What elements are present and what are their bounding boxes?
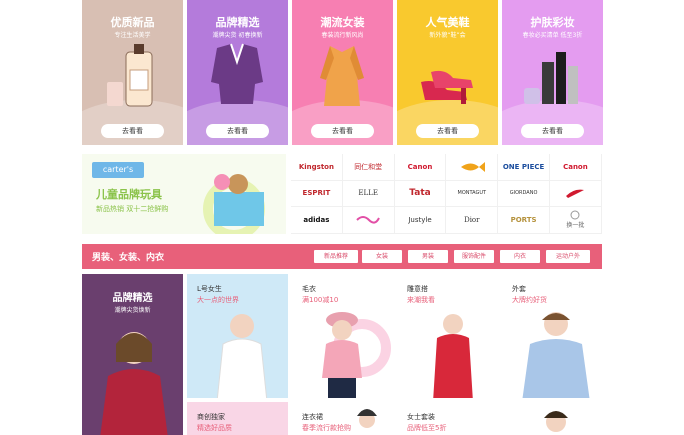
cell-subtitle: 春季流行款抢购 — [302, 424, 351, 432]
heels-icon — [421, 70, 473, 104]
carters-banner[interactable]: carter's 儿童品牌玩具 新品热销 双十二抢鲜购 — [82, 154, 286, 234]
tab-new-recommend[interactable]: 新品推荐 — [314, 250, 358, 263]
promo-card-women[interactable]: 潮流女装 春装流行新风尚 去看看 — [292, 0, 393, 145]
sweater-icon — [211, 43, 263, 104]
brand-logo-adidas[interactable]: adidas — [291, 207, 343, 234]
banner-title: 儿童品牌玩具 — [96, 188, 162, 201]
cosmetics-icon — [524, 52, 578, 104]
promo-card-makeup[interactable]: 护肤彩妆 春妆必买清单 低至3折 去看看 — [502, 0, 603, 145]
model-photo — [216, 314, 268, 398]
product-cell-dress[interactable]: 连衣裙 春季流行款抢购 — [292, 402, 393, 435]
brand-logo-canon-2[interactable]: Canon — [550, 154, 602, 181]
banner-subtitle: 新品热销 双十二抢鲜购 — [96, 205, 169, 213]
tab-accessories[interactable]: 服饰配件 — [454, 250, 494, 263]
refresh-icon — [570, 210, 580, 220]
go-look-button[interactable]: 去看看 — [101, 124, 164, 138]
cell-subtitle: 精选好品质 — [197, 424, 232, 432]
brand-logo-kingston[interactable]: Kingston — [291, 154, 343, 181]
cell-title: 雕意搭 — [407, 285, 428, 293]
tab-sports-outdoor[interactable]: 运动户外 — [546, 250, 590, 263]
brand-logo-dior[interactable]: Dior — [446, 207, 499, 234]
carters-logo: carter's — [92, 162, 144, 178]
brand-logo-pink[interactable] — [342, 207, 395, 234]
model-photo — [100, 332, 168, 435]
go-look-button[interactable]: 去看看 — [311, 124, 374, 138]
promo-title: 护肤彩妆 — [530, 16, 575, 29]
promo-card-brand[interactable]: 品牌精选 潮牌尖货 初春换新 去看看 — [187, 0, 288, 145]
cell-title: 商创独家 — [197, 413, 225, 421]
brand-logo-elle[interactable]: ELLE — [342, 180, 395, 208]
brand-logo-esprit[interactable]: ESPRIT — [291, 180, 343, 208]
goldfish-logo-icon — [460, 161, 485, 172]
brand-logo-justyle[interactable]: Justyle — [394, 207, 447, 234]
section-title: 男装、女装、内衣 — [92, 253, 165, 263]
featured-subtitle: 潮牌尖货焕新 — [114, 307, 151, 314]
brand-grid: Kingston 同仁和堂 Canon ONE PIECE Canon ESPR… — [291, 154, 602, 234]
brand-logo-goldfish[interactable] — [446, 154, 499, 181]
brand-mark-icon — [566, 189, 585, 199]
promo-card-shoes[interactable]: 人气美鞋 新外貌“鞋”会 去看看 — [397, 0, 498, 145]
cell-title: 女士套装 — [407, 413, 435, 421]
category-section-bar: 男装、女装、内衣 新品推荐 女装 男装 服饰配件 内衣 运动户外 — [82, 244, 602, 269]
refresh-brands-button[interactable]: 换一批 — [550, 207, 602, 234]
product-cell-sweater[interactable]: 毛衣 满100减10 — [292, 274, 393, 398]
cell-title: L号女生 — [197, 285, 222, 293]
tab-men[interactable]: 男装 — [408, 250, 448, 263]
brand-logo-tongrentang[interactable]: 同仁和堂 — [342, 154, 395, 181]
brand-logo-giordano[interactable]: GIORDANO — [498, 180, 550, 208]
brand-logo-onepiece[interactable]: ONE PIECE — [498, 154, 550, 181]
go-look-button[interactable]: 去看看 — [206, 124, 269, 138]
soap-bottle-icon — [107, 44, 153, 107]
brand-logo-montagut[interactable]: MONTAGUT — [446, 180, 499, 208]
cell-subtitle: 来潮我看 — [407, 296, 435, 304]
featured-title: 品牌精选 — [112, 293, 153, 304]
coat-icon — [320, 46, 364, 106]
tab-women[interactable]: 女装 — [362, 250, 402, 263]
promo-subtitle: 专注生活美学 — [114, 32, 151, 39]
product-cell-exclusive[interactable]: 商创独家 精选好品质 — [187, 402, 288, 435]
cell-title: 毛衣 — [302, 285, 316, 293]
model-photo — [433, 314, 473, 398]
featured-brand-card[interactable]: 品牌精选 潮牌尖货焕新 — [82, 274, 183, 435]
promo-subtitle: 潮牌尖货 初春换新 — [212, 32, 263, 39]
product-cell-extra[interactable] — [502, 402, 602, 435]
toy-box-icon — [203, 174, 265, 234]
go-look-button[interactable]: 去看看 — [521, 124, 584, 138]
product-cell-l-size[interactable]: L号女生 大一点的世界 — [187, 274, 288, 398]
cell-title: 外套 — [512, 285, 526, 293]
brand-logo-canon[interactable]: Canon — [394, 154, 447, 181]
brand-logo-swoosh[interactable] — [550, 180, 602, 208]
product-cell-coat[interactable]: 外套 大牌约好货 — [502, 274, 602, 398]
promo-subtitle: 春妆必买清单 低至3折 — [522, 32, 583, 39]
product-cell-suit[interactable]: 女士套装 品牌低至5折 — [397, 402, 498, 435]
promo-card-new[interactable]: 优质新品 专注生活美学 去看看 — [82, 0, 183, 145]
tab-underwear[interactable]: 内衣 — [500, 250, 540, 263]
brand-mark-icon — [356, 215, 381, 224]
brand-logo-ports[interactable]: PORTS — [498, 207, 550, 234]
promo-title: 潮流女装 — [320, 16, 365, 29]
cell-subtitle: 品牌低至5折 — [407, 424, 447, 432]
promo-title: 优质新品 — [110, 16, 155, 29]
model-photo — [522, 312, 590, 398]
cell-subtitle: 大一点的世界 — [197, 296, 239, 304]
go-look-button[interactable]: 去看看 — [416, 124, 479, 138]
cell-subtitle: 满100减10 — [302, 296, 339, 304]
promo-title: 人气美鞋 — [425, 16, 470, 29]
promo-subtitle: 春装流行新风尚 — [321, 32, 364, 39]
product-cell-style[interactable]: 雕意搭 来潮我看 — [397, 274, 498, 398]
model-photo — [544, 411, 568, 432]
promo-subtitle: 新外貌“鞋”会 — [429, 32, 466, 39]
cell-title: 连衣裙 — [302, 413, 323, 421]
cell-subtitle: 大牌约好货 — [512, 296, 547, 304]
promo-title: 品牌精选 — [215, 16, 260, 29]
brand-logo-tata[interactable]: Tata — [394, 180, 447, 208]
refresh-label: 换一批 — [566, 222, 585, 230]
model-photo — [357, 409, 377, 428]
model-photo — [322, 312, 391, 398]
